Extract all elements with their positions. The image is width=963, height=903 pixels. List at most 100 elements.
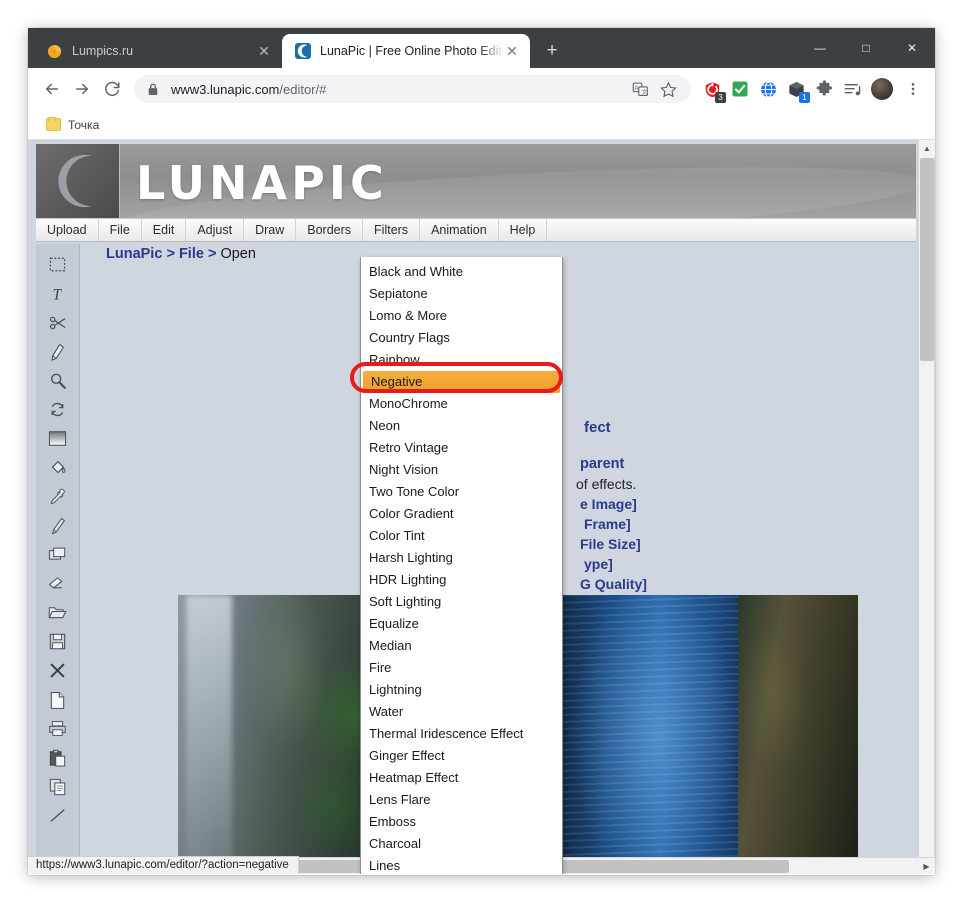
menu-item-water[interactable]: Water [361,701,562,723]
open-folder-icon[interactable] [38,598,78,627]
checkmark-extension-icon[interactable] [727,76,753,102]
menu-item-sepiatone[interactable]: Sepiatone [361,283,562,305]
eyedropper-icon[interactable] [38,482,78,511]
menu-adjust[interactable]: Adjust [186,219,245,241]
eraser-icon[interactable] [38,569,78,598]
save-floppy-icon[interactable] [38,627,78,656]
rotate-refresh-icon[interactable] [38,395,78,424]
menu-item-two-tone-color[interactable]: Two Tone Color [361,481,562,503]
layers-icon[interactable] [38,540,78,569]
address-bar[interactable]: www3.lunapic.com/editor/# A 文 [134,75,691,103]
obscured-text-file-type: ype] [584,556,613,572]
forward-icon[interactable] [68,75,96,103]
menu-item-hdr-lighting[interactable]: HDR Lighting [361,569,562,591]
svg-text:文: 文 [641,87,647,95]
menu-item-soft-lighting[interactable]: Soft Lighting [361,591,562,613]
vertical-scroll-thumb[interactable] [920,158,934,361]
menu-item-neon[interactable]: Neon [361,415,562,437]
browser-tab-lunapic[interactable]: LunaPic | Free Online Photo Edito ✕ [282,34,530,68]
close-window-button[interactable]: ✕ [889,28,935,68]
three-dot-menu-icon[interactable] [899,75,927,103]
menu-item-harsh-lighting[interactable]: Harsh Lighting [361,547,562,569]
lunapic-logo-box [36,144,120,218]
extension-badge: 1 [799,92,810,103]
obscured-text-frame: Frame] [584,516,631,532]
star-icon[interactable] [655,76,681,102]
media-list-icon[interactable] [839,76,865,102]
menu-filters[interactable]: Filters [363,219,421,241]
text-tool-icon[interactable]: T [38,279,78,308]
line-tool-icon[interactable] [38,801,78,830]
select-rectangle-icon[interactable] [38,250,78,279]
menu-file[interactable]: File [99,219,142,241]
scroll-up-arrow-icon[interactable]: ▲ [919,140,935,157]
new-page-icon[interactable] [38,685,78,714]
menu-item-lens-flare[interactable]: Lens Flare [361,789,562,811]
adblock-icon[interactable]: 3 [699,76,726,103]
tab-title: LunaPic | Free Online Photo Edito [320,44,504,58]
menu-item-ginger-effect[interactable]: Ginger Effect [361,745,562,767]
scissors-crop-icon[interactable] [38,308,78,337]
paint-bucket-icon[interactable] [38,453,78,482]
menu-edit[interactable]: Edit [142,219,187,241]
gradient-icon[interactable] [38,424,78,453]
menu-item-rainbow[interactable]: Rainbow [361,349,562,371]
menu-item-lightning[interactable]: Lightning [361,679,562,701]
pencil-icon[interactable] [38,337,78,366]
menu-item-country-flags[interactable]: Country Flags [361,327,562,349]
close-icon[interactable]: ✕ [256,43,272,59]
close-x-icon[interactable] [38,656,78,685]
menu-item-median[interactable]: Median [361,635,562,657]
new-tab-button[interactable]: + [538,37,566,65]
menu-item-thermal-iridescence-effect[interactable]: Thermal Iridescence Effect [361,723,562,745]
page-vertical-scrollbar[interactable]: ▲ ▼ [918,140,935,874]
breadcrumb-root[interactable]: LunaPic [106,246,162,262]
breadcrumb-section[interactable]: File [179,246,204,262]
menu-upload[interactable]: Upload [36,219,99,241]
menu-item-fire[interactable]: Fire [361,657,562,679]
back-icon[interactable] [38,75,66,103]
url-host: www3.lunapic.com [171,81,280,97]
status-bar-url: https://www3.lunapic.com/editor/?action=… [28,856,299,874]
menu-item-color-gradient[interactable]: Color Gradient [361,503,562,525]
obscured-text-file-size: File Size] [580,536,641,552]
maximize-button[interactable]: □ [843,28,889,68]
obscured-text-transparent: parent [580,456,625,472]
screenshot-root: Lumpics.ru ✕ LunaPic | Free Online Photo… [0,0,963,903]
box-extension-icon[interactable]: 1 [783,76,810,103]
puzzle-piece-icon[interactable] [811,76,837,102]
translate-icon[interactable]: A 文 [627,76,653,102]
menu-item-black-and-white[interactable]: Black and White [361,261,562,283]
avatar[interactable] [871,78,893,100]
browser-tab-lumpics[interactable]: Lumpics.ru ✕ [34,34,282,68]
menu-animation[interactable]: Animation [420,219,499,241]
scroll-right-arrow-icon[interactable]: ▶ [918,858,935,874]
menu-item-monochrome[interactable]: MonoChrome [361,393,562,415]
menu-item-retro-vintage[interactable]: Retro Vintage [361,437,562,459]
menu-item-charcoal[interactable]: Charcoal [361,833,562,855]
bookmark-item[interactable]: Точка [40,115,105,135]
lunapic-tool-rail: T [36,244,80,864]
clipboard-paste-icon[interactable] [38,743,78,772]
menu-help[interactable]: Help [499,219,548,241]
reload-icon[interactable] [98,75,126,103]
menu-borders[interactable]: Borders [296,219,364,241]
print-icon[interactable] [38,714,78,743]
menu-item-color-tint[interactable]: Color Tint [361,525,562,547]
menu-item-negative[interactable]: Negative [363,371,560,393]
obscured-text-jpg-quality: G Quality] [580,576,647,592]
globe-extension-icon[interactable] [755,76,781,102]
menu-item-heatmap-effect[interactable]: Heatmap Effect [361,767,562,789]
magnifier-zoom-icon[interactable] [38,366,78,395]
close-icon[interactable]: ✕ [504,43,520,59]
menu-item-equalize[interactable]: Equalize [361,613,562,635]
menu-item-lines[interactable]: Lines [361,855,562,874]
menu-draw[interactable]: Draw [244,219,297,241]
brush-icon[interactable] [38,511,78,540]
menu-item-night-vision[interactable]: Night Vision [361,459,562,481]
menu-item-emboss[interactable]: Emboss [361,811,562,833]
minimize-button[interactable]: — [797,28,843,68]
menu-item-lomo-and-more[interactable]: Lomo & More [361,305,562,327]
copy-icon[interactable] [38,772,78,801]
obscured-text-effect: fect [584,419,611,436]
